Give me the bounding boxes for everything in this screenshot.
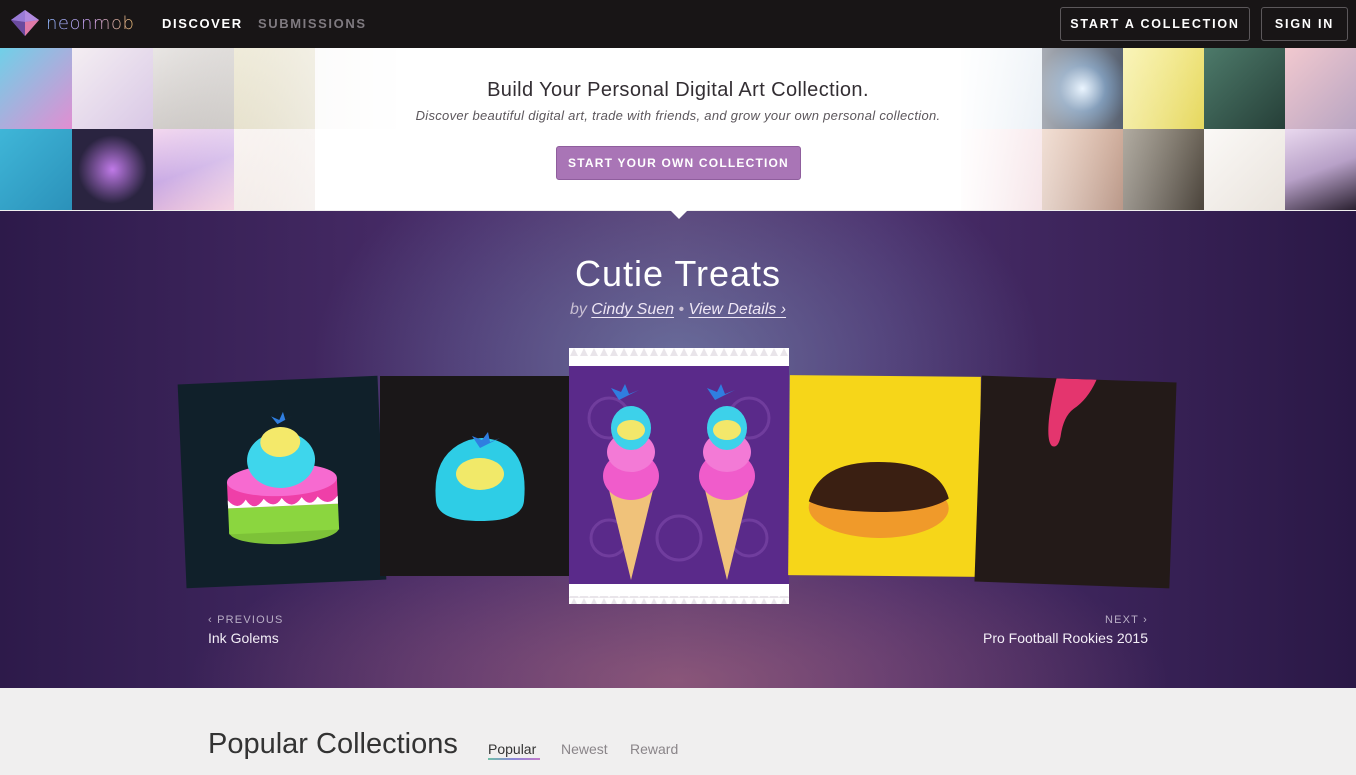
start-own-collection-button[interactable]: START YOUR OWN COLLECTION [556,146,801,180]
top-nav: neonmob DISCOVER SUBMISSIONS START A COL… [0,0,1356,48]
hero-pointer [670,210,688,219]
tab-popular[interactable]: Popular [488,741,536,758]
card-drip[interactable] [974,375,1177,589]
app-root: neonmob DISCOVER SUBMISSIONS START A COL… [0,0,1356,775]
card-center-featured[interactable] [569,348,789,604]
donut-illustration [808,461,949,538]
hero-title: Build Your Personal Digital Art Collecti… [487,79,869,101]
card-cake[interactable] [177,375,387,589]
active-tab-underline [488,758,540,760]
ice-cream-illustration [569,348,789,604]
view-details-link[interactable]: View Details › [689,301,787,318]
diamond-logo-icon [11,10,39,36]
card-blob[interactable] [380,376,572,576]
cake-illustration [226,411,340,545]
hero-fade-overlay [0,48,1356,210]
card-donut[interactable] [788,375,981,577]
sign-in-button[interactable]: SIGN IN [1261,7,1348,41]
start-collection-button[interactable]: START A COLLECTION [1060,7,1250,41]
artist-link[interactable]: Cindy Suen [591,301,674,318]
drip-illustration [1048,378,1097,447]
next-label[interactable]: NEXT › [1105,614,1148,626]
nav-submissions[interactable]: SUBMISSIONS [258,16,367,31]
tab-reward[interactable]: Reward [630,741,678,757]
by-prefix: by [569,301,587,318]
previous-label[interactable]: ‹ PREVIOUS [208,614,284,626]
nav-discover[interactable]: DISCOVER [162,16,243,31]
popular-collections-section: Popular Collections Popular Newest Rewar… [0,688,1356,775]
byline-separator: • [678,301,685,318]
previous-collection-link[interactable]: Ink Golems [208,630,279,646]
logo-text: neonmob [46,12,135,34]
featured-byline: by Cindy Suen • View Details › [0,301,1356,319]
featured-collection: Cutie Treats by Cindy Suen • View Detail… [0,211,1356,688]
hero-subtitle: Discover beautiful digital art, trade wi… [415,108,941,123]
featured-title: Cutie Treats [574,253,782,294]
popular-collections-title: Popular Collections [208,728,458,760]
next-collection-link[interactable]: Pro Football Rookies 2015 [983,630,1148,646]
hero-banner: Build Your Personal Digital Art Collecti… [0,48,1356,210]
logo[interactable]: neonmob [8,8,134,38]
tab-newest[interactable]: Newest [561,741,608,757]
blob-illustration [435,432,525,521]
